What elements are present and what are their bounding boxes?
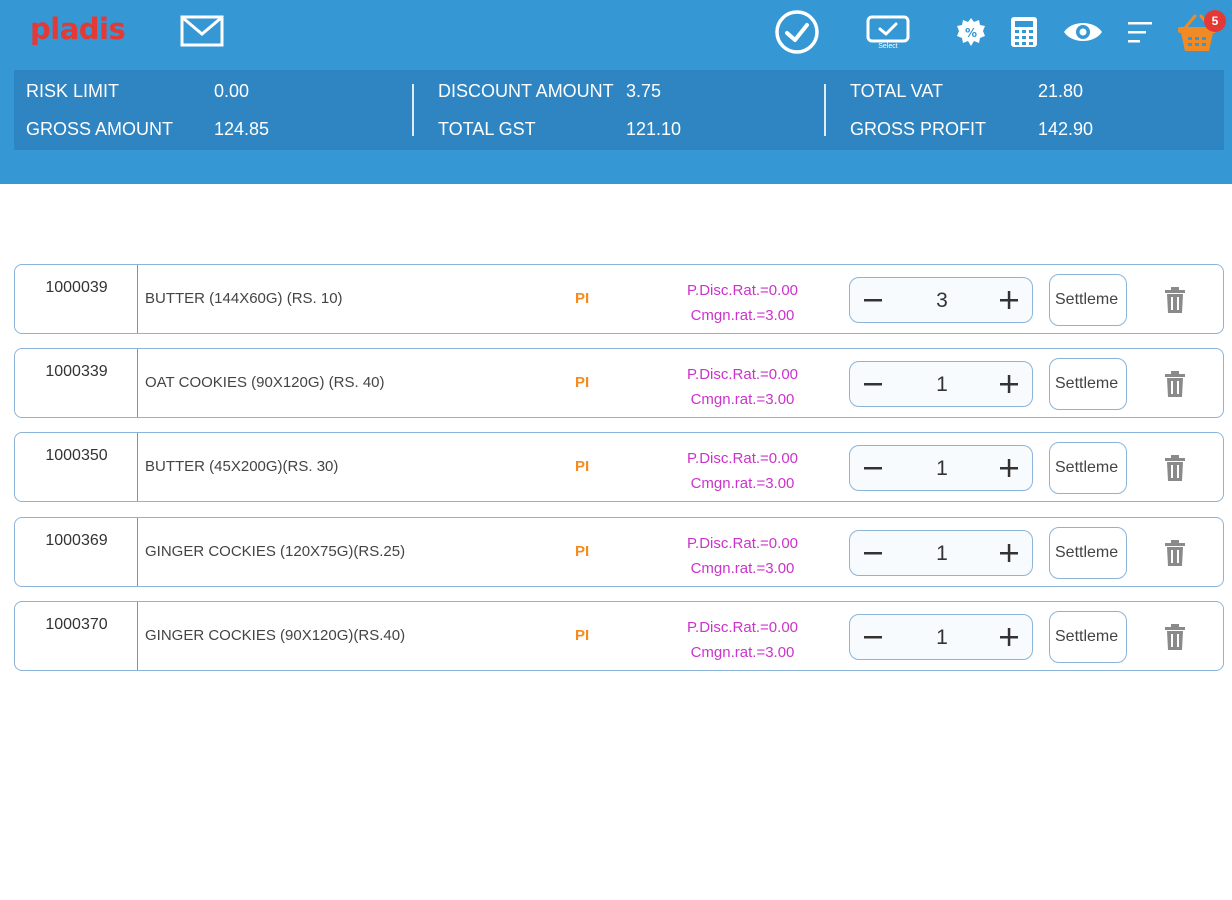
menu-icon[interactable] [1124,10,1156,54]
item-row[interactable]: 1000369 GINGER COCKIES (120X75G)(RS.25) … [14,517,1224,587]
summary-panel: RISK LIMIT 0.00 GROSS AMOUNT 124.85 DISC… [14,70,1224,150]
gross-amount-value: 124.85 [214,119,270,139]
item-cmgn-rate: Cmgn.rat.=3.00 [690,475,795,492]
select-card-icon [866,15,910,42]
plus-icon[interactable] [998,288,1020,312]
item-cmgn-rate: Cmgn.rat.=3.00 [690,307,795,324]
item-code: 1000039 [45,279,108,296]
minus-icon[interactable] [862,541,884,565]
select-label: Select [878,42,898,50]
item-code: 1000370 [45,616,108,633]
item-rates: P.Disc.Rat.=0.00 Cmgn.rat.=3.00 [645,615,840,665]
item-rates: P.Disc.Rat.=0.00 Cmgn.rat.=3.00 [645,278,840,328]
quantity-value[interactable]: 1 [910,457,974,481]
item-tag: PI [575,627,590,644]
quantity-stepper: 1 [849,530,1033,576]
total-gst-label: TOTAL GST [438,119,536,139]
cart-count-badge: 5 [1204,10,1226,32]
discount-amount-label: DISCOUNT AMOUNT [438,81,614,101]
item-tag: PI [575,543,590,560]
plus-icon[interactable] [998,541,1020,565]
item-disc-rate: P.Disc.Rat.=0.00 [686,366,799,383]
gross-profit-label: GROSS PROFIT [850,119,987,139]
item-rates: P.Disc.Rat.=0.00 Cmgn.rat.=3.00 [645,531,840,581]
cart-button[interactable]: 5 [1168,10,1228,54]
item-name: OAT COOKIES (90X120G) (RS. 40) [145,374,385,391]
quantity-stepper: 1 [849,361,1033,407]
item-tag: PI [575,290,590,307]
risk-limit-value: 0.00 [214,81,250,101]
item-code-cell: 1000039 [15,265,138,333]
settlement-button[interactable]: Settleme [1049,274,1127,326]
trash-icon[interactable] [1163,455,1187,482]
eye-icon[interactable] [1060,10,1106,54]
item-disc-rate: P.Disc.Rat.=0.00 [686,619,799,636]
settlement-button[interactable]: Settleme [1049,527,1127,579]
item-code: 1000339 [45,363,108,380]
quantity-stepper: 1 [849,614,1033,660]
percent-icon[interactable]: % [954,10,988,54]
item-name: GINGER COCKIES (120X75G)(RS.25) [145,543,406,560]
gross-profit-value: 142.90 [1038,119,1094,139]
item-cmgn-rate: Cmgn.rat.=3.00 [690,644,795,661]
app-logo: pladis [30,12,126,46]
settlement-button[interactable]: Settleme [1049,442,1127,494]
svg-text:%: % [965,26,977,40]
select-button[interactable]: Select [860,10,916,54]
trash-icon[interactable] [1163,287,1187,314]
item-code-cell: 1000369 [15,518,138,586]
settlement-button[interactable]: Settleme [1049,611,1127,663]
item-row[interactable]: 1000039 BUTTER (144X60G) (RS. 10) PI P.D… [14,264,1224,334]
item-disc-rate: P.Disc.Rat.=0.00 [686,535,799,552]
quantity-stepper: 3 [849,277,1033,323]
item-code-cell: 1000370 [15,602,138,670]
item-code: 1000350 [45,447,108,464]
trash-icon[interactable] [1163,371,1187,398]
mail-icon[interactable] [180,14,224,48]
item-name: BUTTER (144X60G) (RS. 10) [145,290,343,307]
item-rates: P.Disc.Rat.=0.00 Cmgn.rat.=3.00 [645,446,840,496]
quantity-value[interactable]: 1 [910,542,974,566]
item-code: 1000369 [45,532,108,549]
trash-icon[interactable] [1163,540,1187,567]
plus-icon[interactable] [998,372,1020,396]
item-disc-rate: P.Disc.Rat.=0.00 [686,450,799,467]
item-code-cell: 1000350 [15,433,138,501]
item-cmgn-rate: Cmgn.rat.=3.00 [690,560,795,577]
item-cmgn-rate: Cmgn.rat.=3.00 [690,391,795,408]
settlement-button[interactable]: Settleme [1049,358,1127,410]
total-vat-value: 21.80 [1038,81,1084,101]
item-name: BUTTER (45X200G)(RS. 30) [145,458,339,475]
item-tag: PI [575,374,590,391]
item-rates: P.Disc.Rat.=0.00 Cmgn.rat.=3.00 [645,362,840,412]
item-row[interactable]: 1000350 BUTTER (45X200G)(RS. 30) PI P.Di… [14,432,1224,502]
total-gst-value: 121.10 [626,119,682,139]
item-code-cell: 1000339 [15,349,138,417]
plus-icon[interactable] [998,625,1020,649]
risk-limit-label: RISK LIMIT [26,81,120,101]
summary-divider [824,84,826,136]
quantity-value[interactable]: 1 [910,626,974,650]
item-row[interactable]: 1000370 GINGER COCKIES (90X120G)(RS.40) … [14,601,1224,671]
total-vat-label: TOTAL VAT [850,81,944,101]
trash-icon[interactable] [1163,624,1187,651]
discount-amount-value: 3.75 [626,81,662,101]
quantity-stepper: 1 [849,445,1033,491]
quantity-value[interactable]: 3 [910,289,974,313]
header-bar: pladis Select % 5 RISK LIMIT 0.00 GROSS … [0,0,1232,184]
item-name: GINGER COCKIES (90X120G)(RS.40) [145,627,406,644]
item-tag: PI [575,458,590,475]
summary-divider [412,84,414,136]
gross-amount-label: GROSS AMOUNT [26,119,174,139]
minus-icon[interactable] [862,372,884,396]
minus-icon[interactable] [862,456,884,480]
item-disc-rate: P.Disc.Rat.=0.00 [686,282,799,299]
item-row[interactable]: 1000339 OAT COOKIES (90X120G) (RS. 40) P… [14,348,1224,418]
minus-icon[interactable] [862,625,884,649]
plus-icon[interactable] [998,456,1020,480]
check-circle-icon[interactable] [772,10,822,54]
quantity-value[interactable]: 1 [910,373,974,397]
minus-icon[interactable] [862,288,884,312]
calculator-icon[interactable] [1008,10,1040,54]
